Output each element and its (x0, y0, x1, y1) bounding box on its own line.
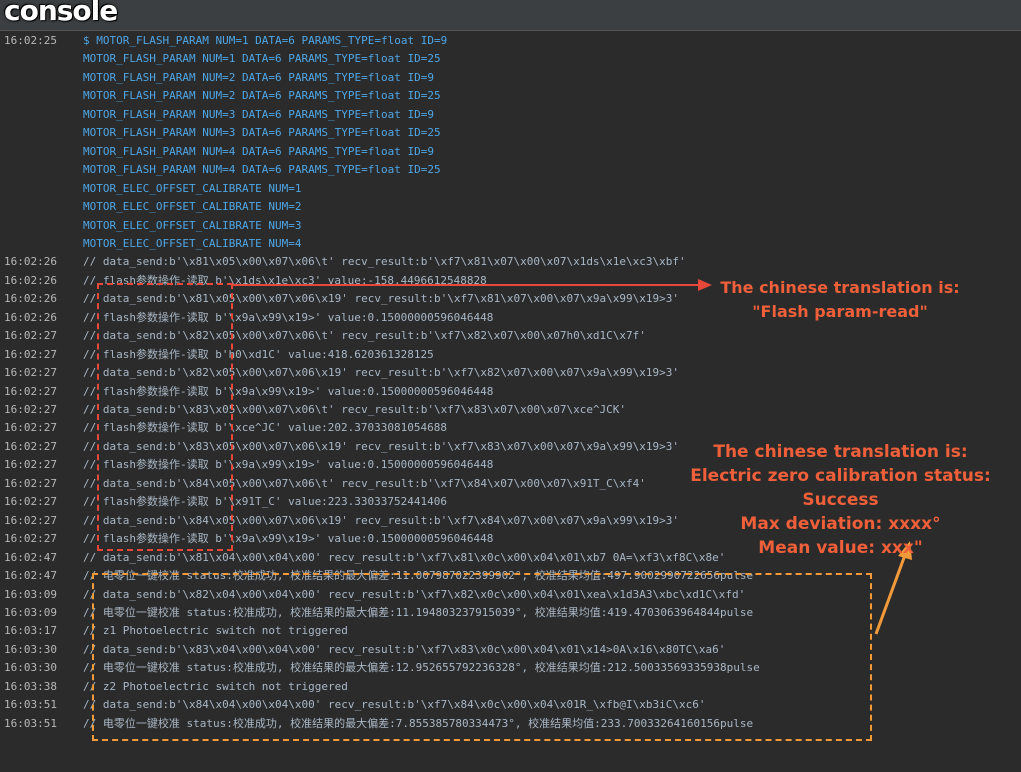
flash-translation-note: The chinese translation is: "Flash param… (700, 276, 980, 324)
calibration-translation-note: The chinese translation is: Electric zer… (660, 440, 1021, 560)
flash-note-line-1: The chinese translation is: (720, 278, 960, 297)
calib-arrow-line (874, 554, 907, 635)
calib-note-line-3: Max deviation: xxxx° (740, 514, 941, 534)
calib-note-line-2: Electric zero calibration status: Succes… (690, 466, 991, 510)
annotation-arrows (233, 279, 912, 635)
flash-note-line-2: "Flash param-read" (752, 302, 928, 321)
calib-note-line-1: The chinese translation is: (713, 442, 968, 462)
calib-note-line-4: Mean value: xxx" (758, 538, 923, 558)
